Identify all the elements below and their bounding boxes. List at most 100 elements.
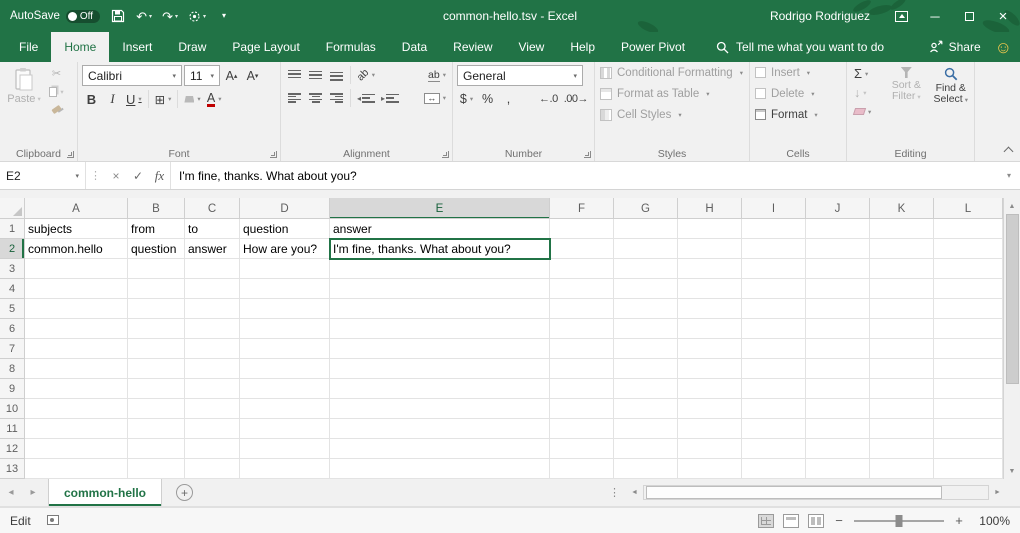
cell-L7[interactable]	[934, 339, 1003, 359]
row-header-7[interactable]: 7	[0, 339, 24, 359]
cell-I4[interactable]	[742, 279, 806, 299]
column-header-G[interactable]: G	[614, 198, 678, 219]
cell-F5[interactable]	[550, 299, 614, 319]
cell-C2[interactable]: answer	[185, 239, 240, 259]
cell-K10[interactable]	[870, 399, 934, 419]
cell-L3[interactable]	[934, 259, 1003, 279]
ribbon-display-options-button[interactable]	[884, 0, 918, 32]
number-format-combo[interactable]: General	[457, 65, 583, 86]
cell-J8[interactable]	[806, 359, 870, 379]
cell-K2[interactable]	[870, 239, 934, 259]
cell-K7[interactable]	[870, 339, 934, 359]
cell-G8[interactable]	[614, 359, 678, 379]
cell-J1[interactable]	[806, 219, 870, 239]
vertical-scroll-thumb[interactable]	[1006, 214, 1019, 384]
cell-E1[interactable]: answer	[330, 219, 550, 239]
tab-home[interactable]: Home	[51, 32, 109, 62]
font-color-button[interactable]: A	[205, 89, 224, 109]
cell-D2[interactable]: How are you?	[240, 239, 330, 259]
save-button[interactable]	[110, 5, 126, 27]
cell-A7[interactable]	[25, 339, 128, 359]
cell-I10[interactable]	[742, 399, 806, 419]
tab-view[interactable]: View	[506, 32, 558, 62]
cell-C11[interactable]	[185, 419, 240, 439]
cell-E11[interactable]	[330, 419, 550, 439]
insert-cells-button[interactable]: Insert	[750, 62, 846, 83]
zoom-percentage[interactable]: 100%	[974, 514, 1010, 528]
cell-K8[interactable]	[870, 359, 934, 379]
touch-mouse-mode-button[interactable]	[188, 5, 206, 27]
minimize-button[interactable]: ─	[918, 0, 952, 32]
zoom-slider[interactable]	[854, 514, 944, 528]
cell-F7[interactable]	[550, 339, 614, 359]
cell-D6[interactable]	[240, 319, 330, 339]
format-painter-button[interactable]	[47, 101, 66, 118]
cell-G13[interactable]	[614, 459, 678, 479]
cell-H13[interactable]	[678, 459, 742, 479]
cell-A9[interactable]	[25, 379, 128, 399]
column-header-B[interactable]: B	[128, 198, 185, 219]
cell-E7[interactable]	[330, 339, 550, 359]
cell-J5[interactable]	[806, 299, 870, 319]
cell-L10[interactable]	[934, 399, 1003, 419]
scroll-up-button[interactable]: ▲	[1004, 198, 1020, 214]
cell-C3[interactable]	[185, 259, 240, 279]
cell-F8[interactable]	[550, 359, 614, 379]
tab-review[interactable]: Review	[440, 32, 505, 62]
row-header-12[interactable]: 12	[0, 439, 24, 459]
cell-L1[interactable]	[934, 219, 1003, 239]
cell-styles-button[interactable]: Cell Styles	[595, 104, 749, 125]
cell-H7[interactable]	[678, 339, 742, 359]
fill-button[interactable]: ↓	[851, 83, 883, 102]
cell-B3[interactable]	[128, 259, 185, 279]
cell-I12[interactable]	[742, 439, 806, 459]
italic-button[interactable]: I	[103, 89, 122, 109]
cell-E5[interactable]	[330, 299, 550, 319]
scroll-left-button[interactable]: ◄	[626, 489, 643, 496]
row-header-10[interactable]: 10	[0, 399, 24, 419]
cell-E4[interactable]	[330, 279, 550, 299]
cell-A10[interactable]	[25, 399, 128, 419]
column-header-D[interactable]: D	[240, 198, 330, 219]
cell-K3[interactable]	[870, 259, 934, 279]
cell-F2[interactable]	[550, 239, 614, 259]
horizontal-scroll-thumb[interactable]	[646, 486, 942, 499]
increase-indent-button[interactable]: ▸	[379, 88, 401, 108]
tab-page-layout[interactable]: Page Layout	[219, 32, 312, 62]
sheet-nav-left-button[interactable]: ◂	[0, 487, 22, 498]
horizontal-scroll-track[interactable]	[643, 485, 989, 500]
cell-L4[interactable]	[934, 279, 1003, 299]
cell-B9[interactable]	[128, 379, 185, 399]
cell-D12[interactable]	[240, 439, 330, 459]
cell-J9[interactable]	[806, 379, 870, 399]
cell-B11[interactable]	[128, 419, 185, 439]
name-box[interactable]: E2 ▾	[0, 162, 86, 189]
cell-G3[interactable]	[614, 259, 678, 279]
cell-D4[interactable]	[240, 279, 330, 299]
cell-H3[interactable]	[678, 259, 742, 279]
column-header-H[interactable]: H	[678, 198, 742, 219]
cell-B13[interactable]	[128, 459, 185, 479]
share-button[interactable]: Share	[929, 40, 981, 54]
enter-button[interactable]: ✓	[127, 162, 149, 189]
cell-E3[interactable]	[330, 259, 550, 279]
cell-D5[interactable]	[240, 299, 330, 319]
cell-A11[interactable]	[25, 419, 128, 439]
cell-J4[interactable]	[806, 279, 870, 299]
redo-button[interactable]: ↷	[162, 5, 178, 27]
cell-H12[interactable]	[678, 439, 742, 459]
cell-A1[interactable]: subjects	[25, 219, 128, 239]
cell-G11[interactable]	[614, 419, 678, 439]
cell-I2[interactable]	[742, 239, 806, 259]
row-header-6[interactable]: 6	[0, 319, 24, 339]
cell-H10[interactable]	[678, 399, 742, 419]
paste-button[interactable]: Paste	[4, 65, 44, 147]
cell-G7[interactable]	[614, 339, 678, 359]
sort-filter-button[interactable]: Sort & Filter	[885, 64, 927, 147]
sheet-tab-common-hello[interactable]: common-hello	[48, 479, 162, 506]
cell-I6[interactable]	[742, 319, 806, 339]
column-header-A[interactable]: A	[25, 198, 128, 219]
tab-file[interactable]: File	[6, 32, 51, 62]
cell-J12[interactable]	[806, 439, 870, 459]
tab-scroll-splitter[interactable]: ⋮	[603, 486, 626, 499]
